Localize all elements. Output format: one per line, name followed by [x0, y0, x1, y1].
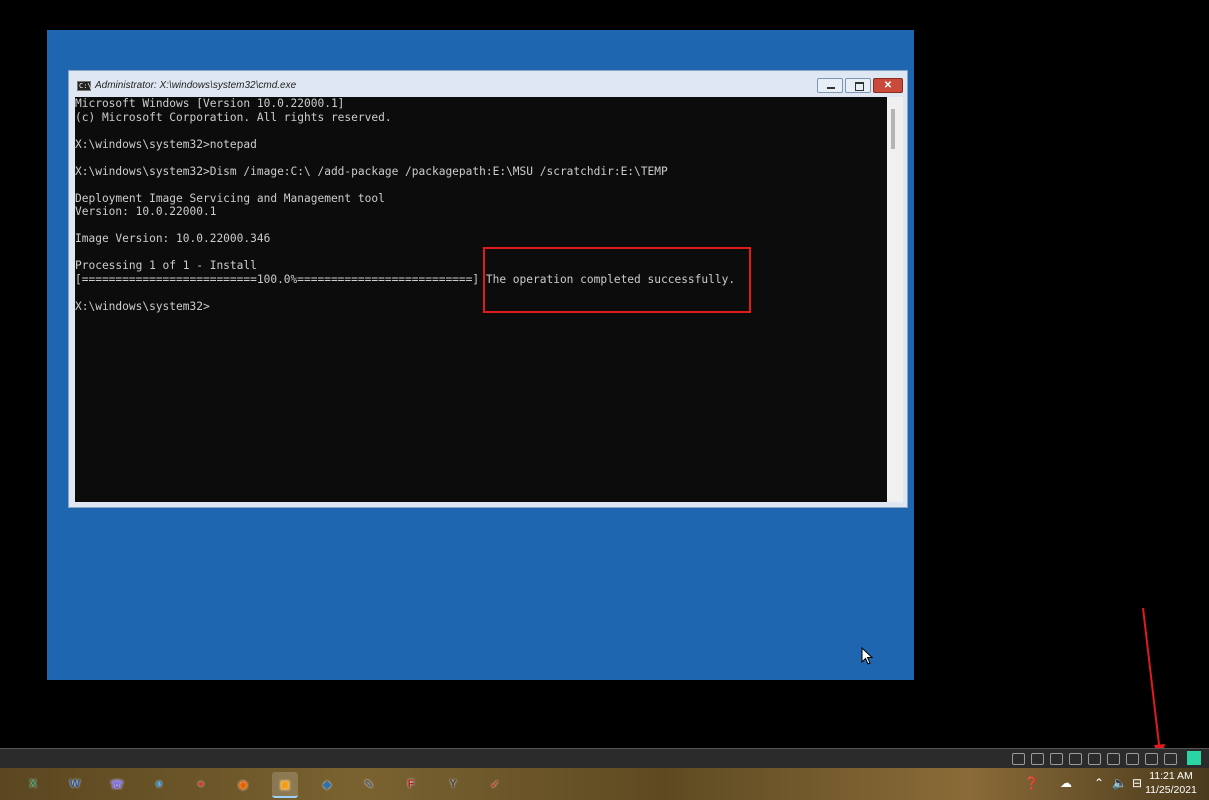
shared-folder-icon[interactable] — [1145, 753, 1158, 765]
onedrive-icon[interactable]: ☁ — [1060, 776, 1072, 790]
console-line: Microsoft Windows [Version 10.0.22000.1] — [75, 97, 345, 110]
console-line: X:\windows\system32>notepad — [75, 137, 257, 151]
help-icon[interactable]: ❓ — [1024, 776, 1039, 790]
console-line: Deployment Image Servicing and Managemen… — [75, 191, 385, 205]
volume-icon[interactable]: 🔈 — [1112, 776, 1127, 790]
yandex-app-icon[interactable]: Y — [440, 772, 466, 796]
clock[interactable]: 11:21 AM 11/25/2021 — [1141, 769, 1201, 797]
cmd-icon: C:\ — [77, 81, 92, 91]
sound-icon[interactable] — [1088, 753, 1101, 765]
display-icon[interactable] — [1126, 753, 1139, 765]
tool-app-icon[interactable]: ✎ — [356, 772, 382, 796]
pdf-app-icon[interactable]: ✓ — [482, 772, 508, 796]
edge-app-icon[interactable]: e — [146, 772, 172, 796]
close-button[interactable]: ✕ — [873, 78, 903, 93]
vmware-app-icon[interactable]: ▣ — [272, 772, 298, 798]
red-arrow-annotation — [1142, 607, 1165, 761]
minimize-button[interactable] — [817, 78, 843, 93]
console-line: X:\windows\system32>Dism /image:C:\ /add… — [75, 164, 668, 178]
minimize-icon — [818, 79, 842, 92]
usb-icon[interactable] — [1107, 753, 1120, 765]
virtualbox-app-icon[interactable]: ◆ — [314, 772, 340, 796]
console-line: X:\windows\system32> — [75, 299, 210, 313]
console-line: [==========================100.0%=======… — [75, 272, 736, 286]
clock-time: 11:21 AM — [1149, 770, 1193, 782]
viber-app-icon[interactable]: ☏ — [104, 772, 130, 796]
message-icon[interactable] — [1164, 753, 1177, 765]
printer-icon[interactable] — [1069, 753, 1082, 765]
hdd-icon[interactable] — [1012, 753, 1025, 765]
show-desktop-icon[interactable] — [1187, 751, 1201, 765]
vm-device-icons — [1012, 751, 1177, 767]
chevron-up-icon[interactable]: ⌃ — [1094, 776, 1104, 790]
mouse-pointer-icon — [861, 647, 873, 665]
filezilla-app-icon[interactable]: F — [398, 772, 424, 796]
excel-app-icon[interactable]: X — [20, 772, 46, 796]
taskbar: X W ☏ e ● ◉ ▣ ◆ ✎ F Y ✓ ❓ ☁ ⌃ 🔈 ⊟ 11:21 AM 11/25/20… — [0, 768, 1209, 800]
console-line: Image Version: 10.0.22000.346 — [75, 232, 271, 245]
console-line: Version: 10.0.22000.1 — [75, 205, 217, 218]
firefox-app-icon[interactable]: ◉ — [230, 772, 256, 796]
clock-date: 11/25/2021 — [1145, 784, 1197, 796]
console-line: Processing 1 of 1 - Install — [75, 259, 257, 272]
success-highlight-box — [483, 247, 751, 313]
vertical-scrollbar[interactable] — [887, 97, 903, 502]
console-output[interactable]: Microsoft Windows [Version 10.0.22000.1]… — [75, 97, 887, 502]
word-app-icon[interactable]: W — [62, 772, 88, 796]
console-line: (c) Microsoft Corporation. All rights re… — [75, 110, 392, 124]
maximize-button[interactable] — [845, 78, 871, 93]
close-icon: ✕ — [883, 80, 893, 91]
scroll-thumb[interactable] — [891, 109, 895, 149]
chrome-app-icon[interactable]: ● — [188, 772, 214, 796]
window-title: Administrator: X:\windows\system32\cmd.e… — [95, 80, 297, 91]
cd-icon[interactable] — [1031, 753, 1044, 765]
network-icon[interactable] — [1050, 753, 1063, 765]
vm-status-bar — [0, 748, 1209, 769]
maximize-icon — [846, 79, 870, 92]
title-bar[interactable]: C:\ Administrator: X:\windows\system32\c… — [69, 71, 907, 97]
